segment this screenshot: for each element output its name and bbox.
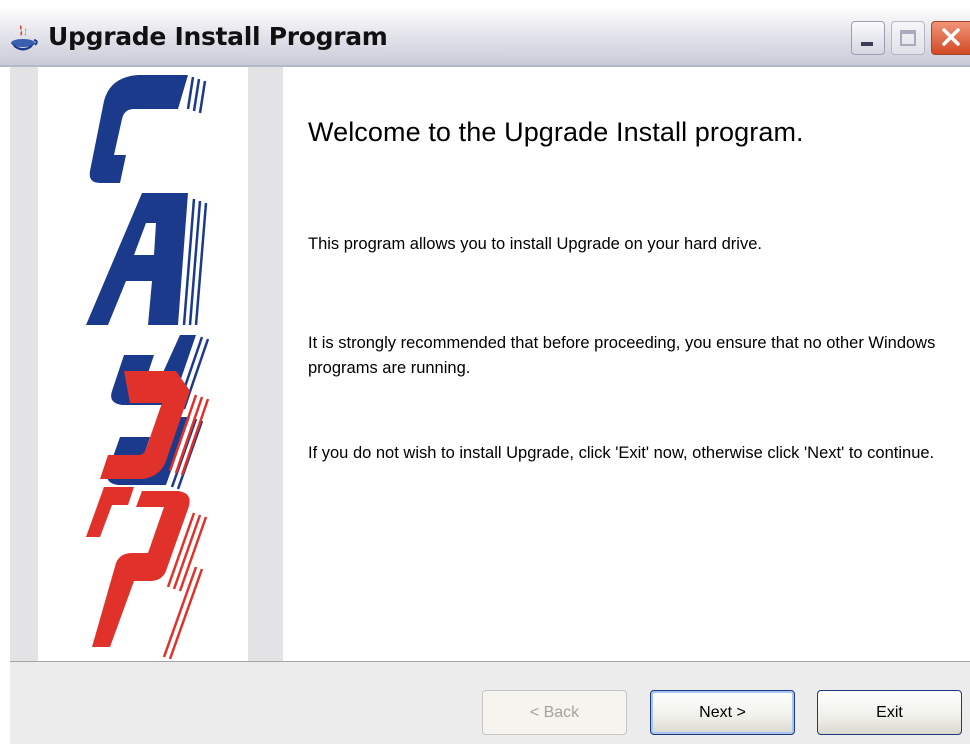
welcome-heading: Welcome to the Upgrade Install program. [308, 117, 804, 147]
recommendation-paragraph: It is strongly recommended that before p… [308, 334, 936, 377]
maximize-button[interactable] [891, 21, 925, 55]
minimize-button[interactable] [851, 21, 885, 55]
title-bar[interactable]: Upgrade Install Program [0, 9, 970, 67]
next-button[interactable]: Next > [650, 690, 795, 735]
intro-paragraph: This program allows you to install Upgra… [308, 235, 762, 253]
java-cup-icon [11, 25, 38, 51]
back-button[interactable]: < Back [482, 690, 627, 735]
close-icon [942, 28, 960, 46]
instruction-paragraph: If you do not wish to install Upgrade, c… [308, 444, 935, 462]
close-button[interactable] [931, 21, 970, 55]
exit-button[interactable]: Exit [817, 690, 962, 735]
callus-logo [86, 75, 210, 660]
window-title: Upgrade Install Program [48, 22, 388, 51]
